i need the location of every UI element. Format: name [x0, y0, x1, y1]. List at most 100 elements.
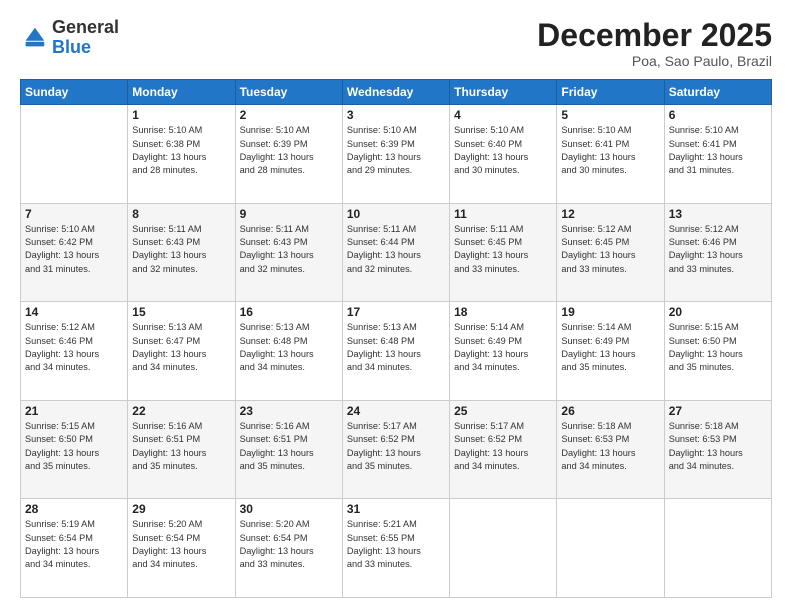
day-number: 18 — [454, 305, 552, 319]
cell-5-5 — [450, 499, 557, 598]
day-number: 12 — [561, 207, 659, 221]
day-info: Sunrise: 5:12 AMSunset: 6:45 PMDaylight:… — [561, 223, 659, 276]
cell-2-2: 8 Sunrise: 5:11 AMSunset: 6:43 PMDaylight… — [128, 203, 235, 302]
page: General Blue December 2025 Poa, Sao Paul… — [0, 0, 792, 612]
day-info: Sunrise: 5:10 AMSunset: 6:42 PMDaylight:… — [25, 223, 123, 276]
logo-text: General Blue — [52, 18, 119, 58]
day-number: 10 — [347, 207, 445, 221]
day-number: 2 — [240, 108, 338, 122]
cell-2-4: 10Sunrise: 5:11 AMSunset: 6:44 PMDayligh… — [342, 203, 449, 302]
day-number: 8 — [132, 207, 230, 221]
cell-4-7: 27Sunrise: 5:18 AMSunset: 6:53 PMDayligh… — [664, 400, 771, 499]
day-number: 24 — [347, 404, 445, 418]
day-number: 13 — [669, 207, 767, 221]
cell-1-3: 2 Sunrise: 5:10 AMSunset: 6:39 PMDaylight… — [235, 105, 342, 204]
day-number: 1 — [132, 108, 230, 122]
cell-4-2: 22 Sunrise: 5:16 AMSunset: 6:51 PMDayligh… — [128, 400, 235, 499]
cell-4-6: 26 Sunrise: 5:18 AMSunset: 6:53 PMDayligh… — [557, 400, 664, 499]
header: General Blue December 2025 Poa, Sao Paul… — [20, 18, 772, 69]
cell-4-3: 23 Sunrise: 5:16 AMSunset: 6:51 PMDayligh… — [235, 400, 342, 499]
cell-2-7: 13 Sunrise: 5:12 AMSunset: 6:46 PMDayligh… — [664, 203, 771, 302]
cell-3-5: 18 Sunrise: 5:14 AMSunset: 6:49 PMDayligh… — [450, 302, 557, 401]
day-number: 27 — [669, 404, 767, 418]
day-number: 7 — [25, 207, 123, 221]
day-number: 14 — [25, 305, 123, 319]
month-title: December 2025 — [537, 18, 772, 53]
cell-1-7: 6Sunrise: 5:10 AMSunset: 6:41 PMDaylight… — [664, 105, 771, 204]
cell-2-5: 11 Sunrise: 5:11 AMSunset: 6:45 PMDayligh… — [450, 203, 557, 302]
cell-4-4: 24Sunrise: 5:17 AMSunset: 6:52 PMDayligh… — [342, 400, 449, 499]
cell-2-3: 9Sunrise: 5:11 AMSunset: 6:43 PMDaylight… — [235, 203, 342, 302]
cell-3-2: 15 Sunrise: 5:13 AMSunset: 6:47 PMDayligh… — [128, 302, 235, 401]
header-row: Sunday Monday Tuesday Wednesday Thursday… — [21, 80, 772, 105]
col-tuesday: Tuesday — [235, 80, 342, 105]
day-number: 4 — [454, 108, 552, 122]
day-info: Sunrise: 5:10 AMSunset: 6:41 PMDaylight:… — [561, 124, 659, 177]
col-monday: Monday — [128, 80, 235, 105]
day-info: Sunrise: 5:10 AMSunset: 6:38 PMDaylight:… — [132, 124, 230, 177]
day-info: Sunrise: 5:20 AMSunset: 6:54 PMDaylight:… — [132, 518, 230, 571]
cell-5-3: 30Sunrise: 5:20 AMSunset: 6:54 PMDayligh… — [235, 499, 342, 598]
day-info: Sunrise: 5:11 AMSunset: 6:43 PMDaylight:… — [132, 223, 230, 276]
day-number: 23 — [240, 404, 338, 418]
day-number: 25 — [454, 404, 552, 418]
cell-4-1: 21Sunrise: 5:15 AMSunset: 6:50 PMDayligh… — [21, 400, 128, 499]
col-friday: Friday — [557, 80, 664, 105]
day-info: Sunrise: 5:12 AMSunset: 6:46 PMDaylight:… — [669, 223, 767, 276]
logo-icon — [20, 24, 48, 52]
day-number: 31 — [347, 502, 445, 516]
logo: General Blue — [20, 18, 119, 58]
day-info: Sunrise: 5:15 AMSunset: 6:50 PMDaylight:… — [669, 321, 767, 374]
day-number: 9 — [240, 207, 338, 221]
week-row-1: 1 Sunrise: 5:10 AMSunset: 6:38 PMDaylight… — [21, 105, 772, 204]
day-info: Sunrise: 5:10 AMSunset: 6:40 PMDaylight:… — [454, 124, 552, 177]
cell-3-6: 19Sunrise: 5:14 AMSunset: 6:49 PMDayligh… — [557, 302, 664, 401]
week-row-2: 7 Sunrise: 5:10 AMSunset: 6:42 PMDaylight… — [21, 203, 772, 302]
week-row-3: 14 Sunrise: 5:12 AMSunset: 6:46 PMDayligh… — [21, 302, 772, 401]
day-number: 20 — [669, 305, 767, 319]
cell-3-1: 14 Sunrise: 5:12 AMSunset: 6:46 PMDayligh… — [21, 302, 128, 401]
day-info: Sunrise: 5:13 AMSunset: 6:48 PMDaylight:… — [240, 321, 338, 374]
day-info: Sunrise: 5:16 AMSunset: 6:51 PMDaylight:… — [240, 420, 338, 473]
day-number: 11 — [454, 207, 552, 221]
cell-5-1: 28 Sunrise: 5:19 AMSunset: 6:54 PMDayligh… — [21, 499, 128, 598]
cell-3-4: 17Sunrise: 5:13 AMSunset: 6:48 PMDayligh… — [342, 302, 449, 401]
day-info: Sunrise: 5:17 AMSunset: 6:52 PMDaylight:… — [454, 420, 552, 473]
day-info: Sunrise: 5:12 AMSunset: 6:46 PMDaylight:… — [25, 321, 123, 374]
day-info: Sunrise: 5:13 AMSunset: 6:47 PMDaylight:… — [132, 321, 230, 374]
day-number: 3 — [347, 108, 445, 122]
title-block: December 2025 Poa, Sao Paulo, Brazil — [537, 18, 772, 69]
logo-blue: Blue — [52, 37, 91, 57]
day-info: Sunrise: 5:20 AMSunset: 6:54 PMDaylight:… — [240, 518, 338, 571]
day-info: Sunrise: 5:10 AMSunset: 6:41 PMDaylight:… — [669, 124, 767, 177]
day-number: 16 — [240, 305, 338, 319]
col-thursday: Thursday — [450, 80, 557, 105]
day-number: 29 — [132, 502, 230, 516]
day-number: 15 — [132, 305, 230, 319]
cell-1-4: 3Sunrise: 5:10 AMSunset: 6:39 PMDaylight… — [342, 105, 449, 204]
cell-4-5: 25 Sunrise: 5:17 AMSunset: 6:52 PMDayligh… — [450, 400, 557, 499]
cell-2-6: 12 Sunrise: 5:12 AMSunset: 6:45 PMDayligh… — [557, 203, 664, 302]
day-number: 26 — [561, 404, 659, 418]
cell-1-5: 4 Sunrise: 5:10 AMSunset: 6:40 PMDaylight… — [450, 105, 557, 204]
col-wednesday: Wednesday — [342, 80, 449, 105]
day-info: Sunrise: 5:15 AMSunset: 6:50 PMDaylight:… — [25, 420, 123, 473]
day-info: Sunrise: 5:13 AMSunset: 6:48 PMDaylight:… — [347, 321, 445, 374]
day-number: 28 — [25, 502, 123, 516]
cell-5-7 — [664, 499, 771, 598]
location-subtitle: Poa, Sao Paulo, Brazil — [537, 53, 772, 69]
day-number: 5 — [561, 108, 659, 122]
day-info: Sunrise: 5:14 AMSunset: 6:49 PMDaylight:… — [454, 321, 552, 374]
week-row-4: 21Sunrise: 5:15 AMSunset: 6:50 PMDayligh… — [21, 400, 772, 499]
day-info: Sunrise: 5:10 AMSunset: 6:39 PMDaylight:… — [240, 124, 338, 177]
day-info: Sunrise: 5:18 AMSunset: 6:53 PMDaylight:… — [561, 420, 659, 473]
day-info: Sunrise: 5:16 AMSunset: 6:51 PMDaylight:… — [132, 420, 230, 473]
cell-1-1 — [21, 105, 128, 204]
cell-2-1: 7 Sunrise: 5:10 AMSunset: 6:42 PMDaylight… — [21, 203, 128, 302]
cell-5-2: 29 Sunrise: 5:20 AMSunset: 6:54 PMDayligh… — [128, 499, 235, 598]
day-number: 22 — [132, 404, 230, 418]
cell-3-7: 20 Sunrise: 5:15 AMSunset: 6:50 PMDayligh… — [664, 302, 771, 401]
day-number: 19 — [561, 305, 659, 319]
day-info: Sunrise: 5:11 AMSunset: 6:45 PMDaylight:… — [454, 223, 552, 276]
day-info: Sunrise: 5:19 AMSunset: 6:54 PMDaylight:… — [25, 518, 123, 571]
